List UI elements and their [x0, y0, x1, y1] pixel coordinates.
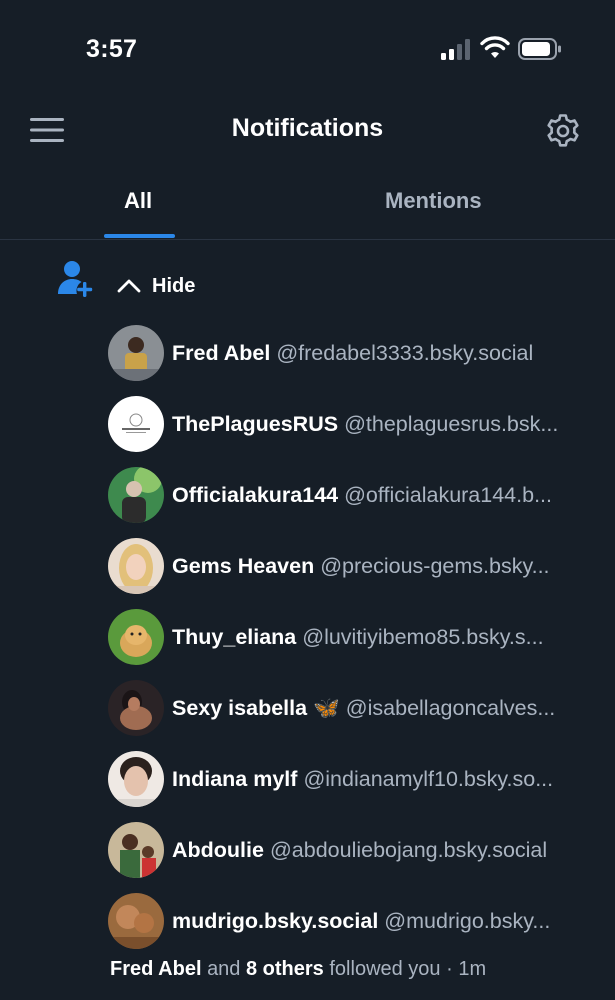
list-item[interactable]: mudrigo.bsky.social @mudrigo.bsky... [108, 886, 608, 956]
wifi-icon [480, 36, 510, 58]
avatar[interactable] [108, 751, 164, 807]
follower-handle[interactable]: @abdouliebojang.bsky.social [270, 838, 547, 862]
active-tab-indicator [104, 234, 175, 238]
avatar[interactable] [108, 609, 164, 665]
list-item[interactable]: Fred Abel @fredabel3333.bsky.social [108, 318, 608, 388]
list-item[interactable]: Sexy isabella 🦋 @isabellagoncalves... [108, 673, 608, 743]
follower-text: mudrigo.bsky.social @mudrigo.bsky... [172, 909, 592, 934]
notifications-screen: 3:57 Notifications All Mentions Hide Fre… [0, 0, 615, 1000]
list-item[interactable]: Thuy_eliana @luvitiyibemo85.bsky.s... [108, 602, 608, 672]
gear-icon[interactable] [544, 112, 582, 150]
follower-handle[interactable]: @mudrigo.bsky... [384, 909, 550, 933]
follower-text: Thuy_eliana @luvitiyibemo85.bsky.s... [172, 625, 592, 650]
follower-text: Officialakura144 @officialakura144.b... [172, 483, 592, 508]
avatar[interactable] [108, 325, 164, 381]
status-bar: 3:57 [0, 0, 615, 100]
follower-name[interactable]: ThePlaguesRUS [172, 412, 338, 436]
follower-name[interactable]: Abdoulie [172, 838, 264, 862]
follow-summary: Fred Abel and 8 others followed you · 1m [110, 958, 486, 981]
follower-text: Abdoulie @abdouliebojang.bsky.social [172, 838, 592, 863]
list-item[interactable]: ThePlaguesRUS @theplaguesrus.bsk... [108, 389, 608, 459]
hide-followers-toggle[interactable]: Hide [116, 270, 195, 302]
follower-handle[interactable]: @fredabel3333.bsky.social [276, 341, 533, 365]
follower-handle[interactable]: @indianamylf10.bsky.so... [303, 767, 553, 791]
follower-name[interactable]: mudrigo.bsky.social [172, 909, 378, 933]
summary-first-name[interactable]: Fred Abel [110, 958, 202, 980]
summary-connector: and [207, 958, 241, 980]
follower-name[interactable]: Gems Heaven [172, 554, 314, 578]
battery-icon [518, 38, 561, 60]
avatar[interactable] [108, 893, 164, 949]
follower-name[interactable]: Officialakura144 [172, 483, 338, 507]
tab-all[interactable]: All [124, 188, 152, 214]
avatar[interactable] [108, 680, 164, 736]
follower-text: ThePlaguesRUS @theplaguesrus.bsk... [172, 412, 592, 437]
page-title: Notifications [231, 114, 384, 142]
follower-name[interactable]: Indiana mylf [172, 767, 297, 791]
follower-text: Indiana mylf @indianamylf10.bsky.so... [172, 767, 592, 792]
notification-tabs: All Mentions [0, 170, 615, 240]
follower-handle[interactable]: @isabellagoncalves... [346, 696, 555, 720]
follower-name[interactable]: Sexy isabella 🦋 [172, 696, 340, 720]
status-time: 3:57 [86, 35, 138, 63]
follower-handle[interactable]: @officialakura144.b... [344, 483, 552, 507]
hide-label: Hide [152, 274, 196, 297]
avatar[interactable] [108, 467, 164, 523]
person-add-icon [58, 261, 93, 297]
list-item[interactable]: Officialakura144 @officialakura144.b... [108, 460, 608, 530]
summary-time: 1m [458, 958, 487, 980]
follower-name[interactable]: Fred Abel [172, 341, 270, 365]
cellular-signal-icon [441, 39, 470, 60]
avatar[interactable] [108, 396, 164, 452]
chevron-up-icon [117, 279, 141, 293]
summary-others[interactable]: 8 others [246, 958, 324, 980]
follower-text: Gems Heaven @precious-gems.bsky... [172, 554, 592, 579]
tab-mentions[interactable]: Mentions [385, 188, 482, 214]
summary-action: followed you [329, 958, 441, 980]
list-item[interactable]: Abdoulie @abdouliebojang.bsky.social [108, 815, 608, 885]
follower-text: Fred Abel @fredabel3333.bsky.social [172, 341, 592, 366]
follower-name[interactable]: Thuy_eliana [172, 625, 296, 649]
avatar[interactable] [108, 538, 164, 594]
follower-handle[interactable]: @luvitiyibemo85.bsky.s... [302, 625, 543, 649]
list-item[interactable]: Indiana mylf @indianamylf10.bsky.so... [108, 744, 608, 814]
summary-separator: · [446, 958, 453, 980]
avatar[interactable] [108, 822, 164, 878]
follower-handle[interactable]: @precious-gems.bsky... [320, 554, 549, 578]
follower-handle[interactable]: @theplaguesrus.bsk... [344, 412, 558, 436]
list-item[interactable]: Gems Heaven @precious-gems.bsky... [108, 531, 608, 601]
follower-text: Sexy isabella 🦋 @isabellagoncalves... [172, 696, 592, 721]
app-header: Notifications [0, 100, 615, 160]
